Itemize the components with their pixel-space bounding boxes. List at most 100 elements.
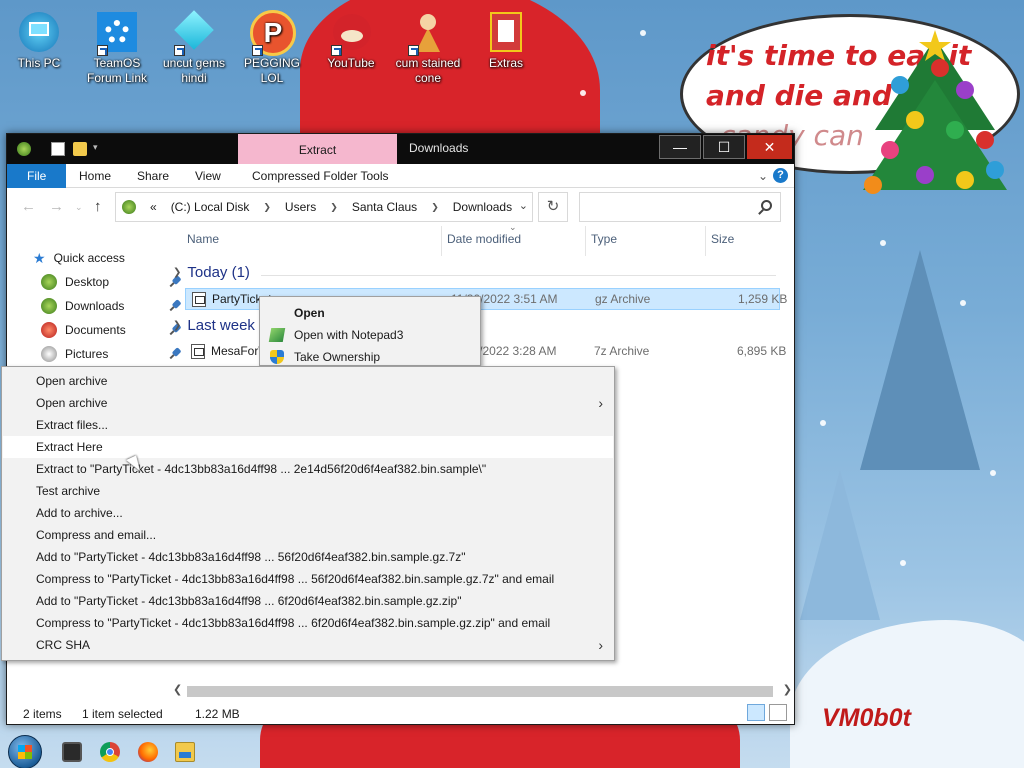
forward-icon[interactable]: → <box>49 198 64 215</box>
nav-quick-access[interactable]: ★ Quick access <box>33 246 173 270</box>
menu-item-add-to-zip[interactable]: Add to "PartyTicket - 4dc13bb83a16d4ff98… <box>3 590 613 612</box>
help-icon[interactable]: ? <box>773 168 788 183</box>
large-icons-view-button[interactable] <box>769 704 787 721</box>
notepad3-icon <box>268 328 286 342</box>
minimize-button[interactable]: — <box>659 135 701 159</box>
ribbon-expand-icon[interactable]: ⌄ <box>758 169 768 183</box>
column-type[interactable]: Type <box>591 232 617 246</box>
sort-indicator-icon: ⌄ <box>509 222 517 232</box>
menu-item-open-archive-submenu[interactable]: Open archive › <box>3 392 613 414</box>
gear-icon <box>95 10 139 56</box>
details-view-button[interactable] <box>747 704 765 721</box>
firefox-icon[interactable] <box>138 742 158 762</box>
menu-item-compress-and-email[interactable]: Compress and email... <box>3 524 613 546</box>
tab-home[interactable]: Home <box>65 164 125 188</box>
tab-compressed-folder-tools[interactable]: Compressed Folder Tools <box>238 164 403 188</box>
status-size: 1.22 MB <box>195 707 240 721</box>
breadcrumb-local-disk[interactable]: (C:) Local Disk <box>171 200 250 214</box>
menu-item-extract-files[interactable]: Extract files... <box>3 414 613 436</box>
recent-locations-icon[interactable]: ⌄ <box>75 202 83 213</box>
desktop-icon-label: cum stained cone <box>395 56 461 85</box>
file-size: 6,895 KB <box>737 344 787 358</box>
nav-documents[interactable]: Documents <box>41 318 181 342</box>
desktop-icon-label: YouTube <box>327 56 375 70</box>
desktop-icon-youtube[interactable]: YouTube <box>314 10 388 71</box>
scroll-right-icon[interactable]: ❯ <box>783 683 792 696</box>
new-folder-icon[interactable] <box>73 142 87 156</box>
menu-item-add-to-7z[interactable]: Add to "PartyTicket - 4dc13bb83a16d4ff98… <box>3 546 613 568</box>
menu-item-open[interactable]: Open <box>261 302 479 324</box>
angry-bird-icon <box>329 10 373 56</box>
star-icon: ★ <box>33 249 46 266</box>
window-app-icon[interactable] <box>17 142 31 156</box>
breadcrumb-prefix[interactable]: « <box>150 200 157 214</box>
file-type: gz Archive <box>595 292 651 306</box>
menu-item-test-archive[interactable]: Test archive <box>3 480 613 502</box>
tab-view[interactable]: View <box>181 164 235 188</box>
up-icon[interactable]: ↑ <box>94 198 102 215</box>
nav-downloads[interactable]: Downloads <box>41 294 181 318</box>
file-explorer-icon[interactable] <box>175 742 195 762</box>
menu-item-extract-here[interactable]: Extract Here <box>3 436 613 458</box>
chrome-icon[interactable] <box>100 742 120 762</box>
status-item-count: 2 items <box>23 707 62 721</box>
column-name[interactable]: Name <box>187 232 219 246</box>
menu-item-take-ownership[interactable]: Take Ownership <box>261 346 479 368</box>
shell-context-menu: Open Open with Notepad3 Take Ownership <box>259 296 481 366</box>
desktop-icon-label: Extras <box>488 56 523 70</box>
menu-item-compress-zip-email[interactable]: Compress to "PartyTicket - 4dc13bb83a16d… <box>3 612 613 634</box>
submenu-arrow-icon: › <box>598 637 603 653</box>
tab-share[interactable]: Share <box>123 164 183 188</box>
tab-file[interactable]: File <box>7 164 67 188</box>
scrollbar-thumb[interactable] <box>187 686 773 697</box>
christmas-tree-icon <box>863 30 1007 194</box>
menu-item-compress-7z-email[interactable]: Compress to "PartyTicket - 4dc13bb83a16d… <box>3 568 613 590</box>
back-icon[interactable]: ← <box>21 198 36 215</box>
navigation-bar: ← → ⌄ ↑ « (C:) Local Disk ❯ Users ❯ Sant… <box>7 189 794 225</box>
breadcrumb-users[interactable]: Users <box>285 200 316 214</box>
menu-item-crc-sha[interactable]: CRC SHA › <box>3 634 613 656</box>
address-bar[interactable]: « (C:) Local Disk ❯ Users ❯ Santa Claus … <box>115 192 533 222</box>
search-input[interactable] <box>579 192 781 222</box>
media-player-icon[interactable] <box>62 742 82 762</box>
column-size[interactable]: Size <box>711 232 734 246</box>
maximize-button[interactable]: ☐ <box>703 135 745 159</box>
menu-item-open-archive[interactable]: Open archive <box>3 370 613 392</box>
address-dropdown-icon[interactable]: ⌄ <box>519 199 528 212</box>
desktop-icon-this-pc[interactable]: This PC <box>2 10 76 71</box>
nav-desktop[interactable]: Desktop <box>41 270 181 294</box>
wallpaper-pine-tree-small <box>800 470 880 620</box>
horizontal-scrollbar[interactable]: ❮ ❯ <box>169 683 794 699</box>
menu-item-open-with-notepad3[interactable]: Open with Notepad3 <box>261 324 479 346</box>
shield-icon <box>270 350 284 364</box>
desktop-icon-cone[interactable]: cum stained cone <box>391 10 465 86</box>
wallpaper-pine-tree <box>860 250 980 470</box>
menu-item-extract-to[interactable]: Extract to "PartyTicket - 4dc13bb83a16d4… <box>3 458 613 480</box>
breadcrumb-downloads[interactable]: Downloads <box>453 200 512 214</box>
gem-icon <box>172 10 216 56</box>
column-date-modified[interactable]: Date modified <box>447 232 521 246</box>
desktop-icon-uncut-gems[interactable]: uncut gems hindi <box>157 10 231 86</box>
breadcrumb-santa-claus[interactable]: Santa Claus <box>352 200 417 214</box>
documents-icon <box>41 322 57 338</box>
tab-extract-context[interactable]: Extract <box>238 134 397 164</box>
menu-item-add-to-archive[interactable]: Add to archive... <box>3 502 613 524</box>
pegging-logo-icon: P <box>250 10 296 56</box>
search-icon <box>761 200 772 211</box>
title-bar[interactable]: ▾ Extract Downloads — ☐ ✕ <box>7 134 794 164</box>
nav-pictures[interactable]: Pictures <box>41 342 181 366</box>
desktop-icon-pegging[interactable]: P PEGGING LOL <box>235 10 309 86</box>
desktop-icon-label: PEGGING LOL <box>243 56 300 85</box>
desktop-icon-teamos[interactable]: TeamOS Forum Link <box>80 10 154 86</box>
refresh-button[interactable]: ↻ <box>538 192 568 222</box>
start-button[interactable] <box>8 735 42 768</box>
properties-icon[interactable] <box>51 142 65 156</box>
submenu-arrow-icon: › <box>598 395 603 411</box>
drive-icon <box>122 200 136 214</box>
status-bar: 2 items 1 item selected 1.22 MB <box>7 702 794 724</box>
quick-access-dropdown-icon[interactable]: ▾ <box>93 142 107 156</box>
close-button[interactable]: ✕ <box>747 135 792 159</box>
desktop-icon-extras[interactable]: Extras <box>469 10 543 71</box>
scroll-left-icon[interactable]: ❮ <box>173 683 182 696</box>
group-header-today[interactable]: ❯ Today (1) <box>173 264 250 281</box>
